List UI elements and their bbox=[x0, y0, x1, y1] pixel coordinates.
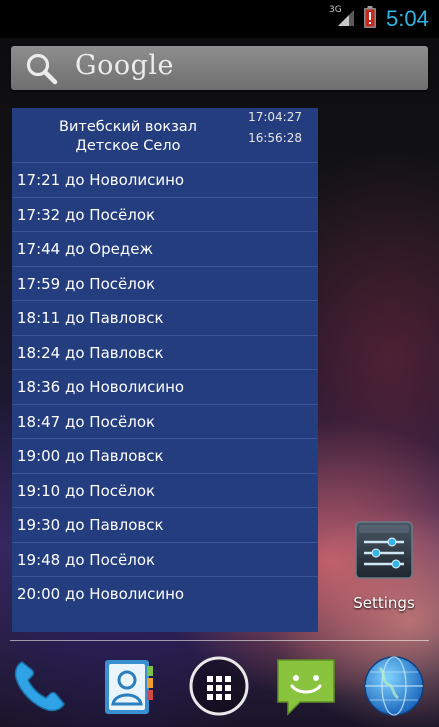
settings-label: Settings bbox=[353, 594, 415, 612]
people-icon bbox=[105, 660, 153, 714]
phone-icon bbox=[14, 661, 65, 712]
train-row[interactable]: 18:24 до Павловск bbox=[12, 334, 318, 370]
train-timetable-widget[interactable]: Витебский вокзал Детское Село 17:04:27 1… bbox=[12, 108, 318, 632]
dock-divider bbox=[10, 640, 429, 641]
train-row[interactable]: 17:32 до Посёлок bbox=[12, 196, 318, 232]
settings-shortcut[interactable]: Settings bbox=[346, 518, 422, 616]
status-bar: 3G 5:04 bbox=[0, 0, 439, 38]
last-updated-time: 16:56:28 bbox=[248, 131, 302, 145]
train-row[interactable]: 18:47 до Посёлок bbox=[12, 403, 318, 439]
train-row[interactable]: 17:59 до Посёлок bbox=[12, 265, 318, 301]
search-icon bbox=[26, 53, 58, 85]
train-row[interactable]: 18:36 до Новолисино bbox=[12, 369, 318, 404]
arrival-station: Детское Село bbox=[75, 138, 181, 154]
browser-globe-icon bbox=[364, 656, 424, 716]
status-clock: 5:04 bbox=[386, 6, 429, 31]
train-row[interactable]: 18:11 до Павловск bbox=[12, 300, 318, 335]
all-apps-button[interactable] bbox=[187, 654, 251, 720]
train-row[interactable]: 19:10 до Посёлок bbox=[12, 472, 318, 508]
search-label: Google bbox=[75, 50, 174, 81]
train-row[interactable]: 19:30 до Павловск bbox=[12, 507, 318, 542]
messaging-button[interactable] bbox=[274, 654, 338, 720]
departure-station: Витебский вокзал bbox=[59, 119, 197, 135]
all-apps-icon bbox=[189, 656, 249, 716]
browser-button[interactable] bbox=[362, 654, 426, 720]
widget-header: Витебский вокзал Детское Село 17:04:27 1… bbox=[12, 108, 318, 162]
phone-button[interactable] bbox=[8, 654, 72, 720]
signal-icon bbox=[338, 10, 354, 26]
train-row[interactable]: 20:00 до Новолисино bbox=[12, 576, 318, 611]
people-button[interactable] bbox=[97, 654, 161, 720]
messaging-icon bbox=[277, 659, 335, 716]
train-row[interactable]: 19:48 до Посёлок bbox=[12, 541, 318, 577]
battery-alert-icon bbox=[364, 6, 376, 28]
train-row[interactable]: 17:44 до Оредеж bbox=[12, 231, 318, 266]
google-search-bar[interactable]: Google bbox=[11, 46, 428, 90]
train-list: 17:21 до Новолисино 17:32 до Посёлок 17:… bbox=[12, 162, 318, 611]
train-row[interactable]: 19:00 до Павловск bbox=[12, 438, 318, 473]
train-row[interactable]: 17:21 до Новолисино bbox=[12, 162, 318, 197]
current-time: 17:04:27 bbox=[248, 110, 302, 124]
settings-sliders-icon bbox=[355, 521, 413, 579]
